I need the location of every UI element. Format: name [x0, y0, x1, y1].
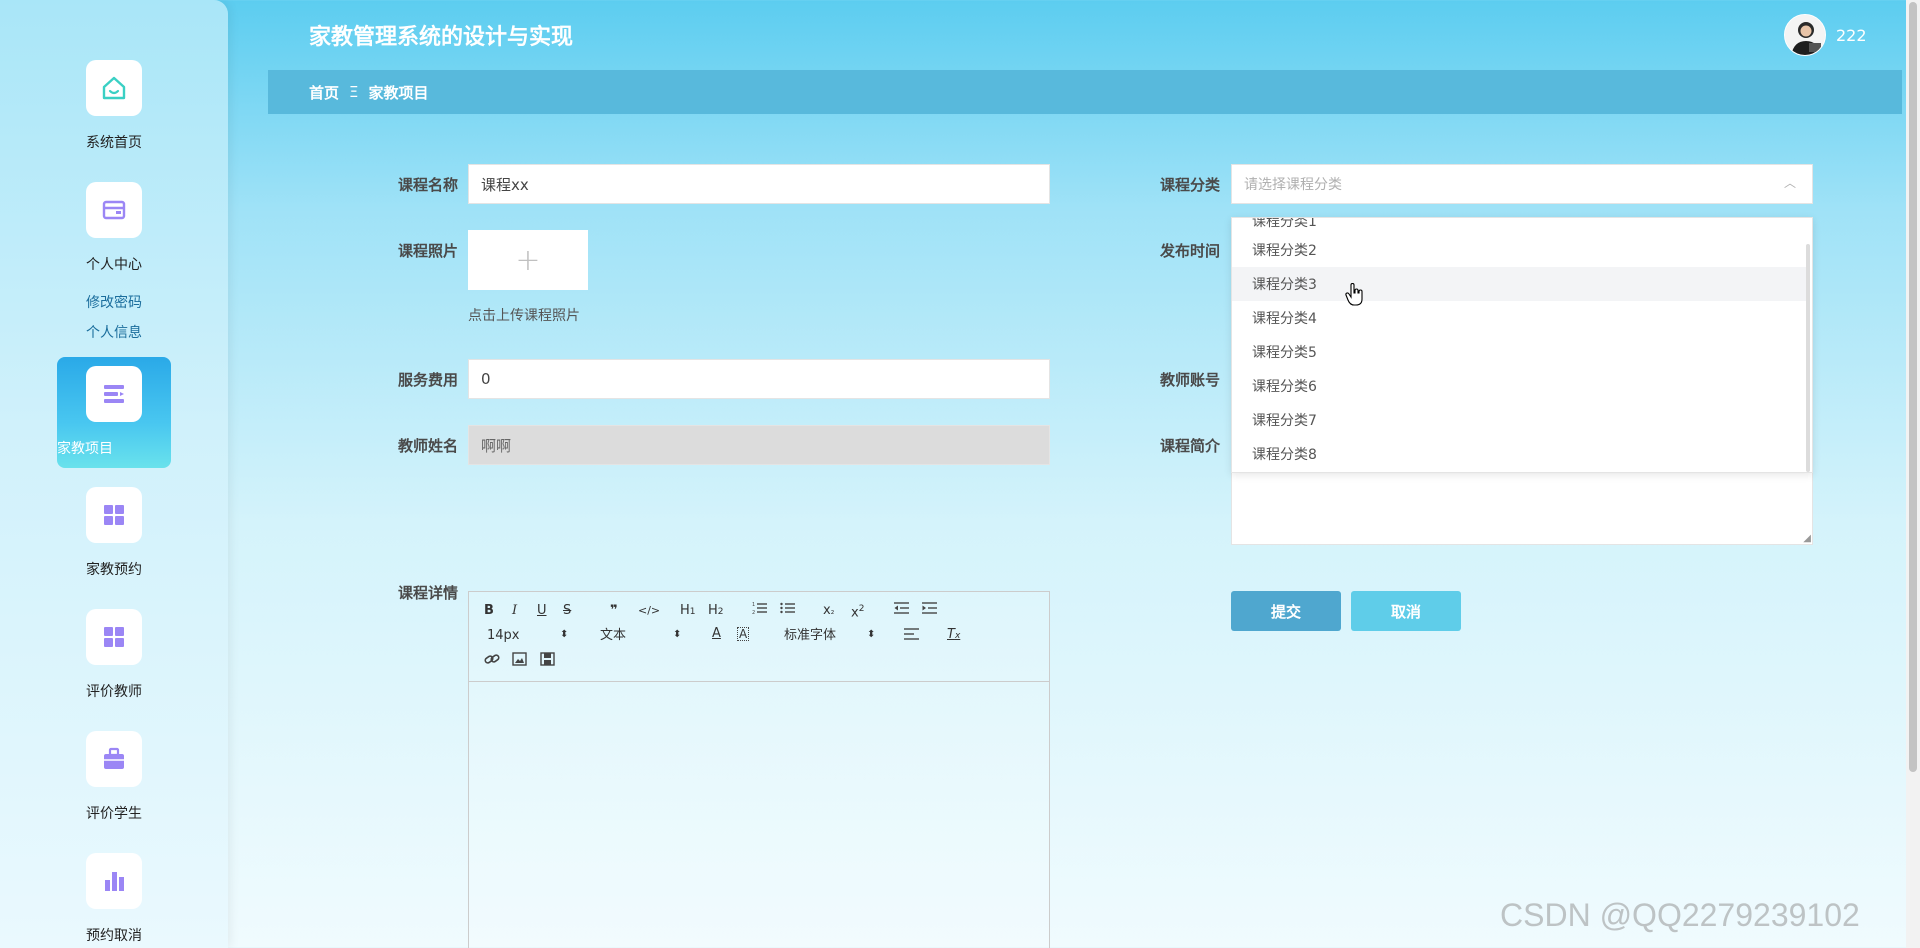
font-color-icon[interactable]: A [712, 626, 721, 642]
dropdown-option[interactable]: 课程分类7 [1232, 403, 1807, 437]
course-intro-label: 课程简介 [1159, 437, 1220, 455]
dropdown-option[interactable]: 课程分类4 [1232, 301, 1807, 335]
teacher-name-label: 教师姓名 [397, 437, 458, 455]
upload-hint: 点击上传课程照片 [468, 308, 580, 324]
dropdown-option[interactable]: 课程分类2 [1232, 233, 1807, 267]
sidebar-item-label: 评价学生 [86, 806, 142, 822]
service-fee-input[interactable]: 0 [468, 359, 1050, 399]
link-icon[interactable] [484, 652, 500, 671]
course-name-label: 课程名称 [397, 176, 458, 194]
grid-icon [86, 609, 142, 665]
underline-icon[interactable]: U [537, 603, 547, 619]
heading2-icon[interactable]: H2 [708, 603, 724, 620]
sidebar-item-rate-teacher[interactable]: 评价教师 [57, 609, 171, 701]
list-icon [86, 366, 142, 422]
page-scrollbar[interactable] [1906, 0, 1920, 948]
dropdown-option[interactable]: 课程分类8 [1232, 437, 1807, 471]
course-detail-label: 课程详情 [397, 584, 458, 602]
watermark: CSDN @QQ2279239102 [1500, 897, 1860, 933]
ordered-list-icon[interactable]: 12 [752, 601, 767, 620]
dropdown-option[interactable]: 课程分类5 [1232, 335, 1807, 369]
wallet-icon [86, 182, 142, 238]
bold-icon[interactable]: B [484, 603, 494, 619]
bullet-list-icon[interactable] [780, 601, 795, 620]
publish-time-label: 发布时间 [1159, 242, 1220, 260]
outdent-icon[interactable] [894, 601, 909, 620]
submit-button[interactable]: 提交 [1231, 591, 1341, 631]
sidebar: 系统首页 个人中心 修改密码 个人信息 家教项目 家教预约 评价教师 评价学生 … [0, 0, 228, 948]
page-scrollbar-thumb[interactable] [1909, 2, 1917, 772]
blockquote-icon[interactable]: ❞ [610, 603, 618, 619]
breadcrumb-home[interactable]: 首页 [309, 82, 339, 103]
svg-text:2: 2 [752, 610, 755, 615]
course-name-input[interactable]: 课程xx [468, 164, 1050, 204]
code-block-icon[interactable]: </> [638, 603, 660, 619]
breadcrumb-current: 家教项目 [368, 83, 429, 102]
chevron-updown-icon: ⬍ [560, 629, 569, 640]
bar-chart-icon [86, 853, 142, 909]
indent-icon[interactable] [922, 601, 937, 620]
teacher-account-label: 教师账号 [1159, 371, 1220, 389]
svg-text:1: 1 [752, 602, 755, 608]
home-icon [86, 60, 142, 116]
user-menu[interactable]: 222 [1784, 14, 1867, 56]
sidebar-item-personal-center[interactable]: 个人中心 [57, 182, 171, 274]
sidebar-item-tutoring-booking[interactable]: 家教预约 [57, 487, 171, 579]
dropdown-option[interactable]: 课程分类1 [1232, 218, 1807, 233]
avatar[interactable] [1784, 14, 1826, 56]
sidebar-sublink-personal-info[interactable]: 个人信息 [57, 322, 171, 342]
service-fee-label: 服务费用 [397, 371, 458, 389]
dropdown-option[interactable]: 课程分类6 [1232, 369, 1807, 403]
plus-icon: + [515, 242, 541, 278]
chevron-updown-icon: ⬍ [867, 629, 876, 640]
font-family-select[interactable]: 标准字体 [784, 628, 836, 644]
sidebar-item-cancel-booking[interactable]: 预约取消 [57, 853, 171, 945]
text-style-select[interactable]: 文本 [600, 628, 626, 644]
superscript-icon[interactable]: x2 [851, 601, 864, 621]
sidebar-sublink-change-password[interactable]: 修改密码 [57, 292, 171, 312]
resize-handle-icon[interactable]: ◢ [1803, 534, 1811, 544]
grid-icon [86, 487, 142, 543]
subscript-icon[interactable]: x₂ [823, 603, 834, 620]
background-color-icon[interactable]: A [737, 627, 750, 641]
app-title: 家教管理系统的设计与实现 [309, 25, 574, 50]
sidebar-item-label: 个人中心 [86, 257, 142, 273]
course-photo-label: 课程照片 [397, 242, 458, 260]
briefcase-icon [86, 731, 142, 787]
course-category-label: 课程分类 [1159, 176, 1220, 194]
italic-icon[interactable]: I [512, 603, 517, 619]
sidebar-item-label: 家教项目 [57, 441, 113, 457]
align-icon[interactable] [904, 627, 919, 646]
cancel-button[interactable]: 取消 [1351, 591, 1461, 631]
clear-format-icon[interactable]: Tx [947, 627, 960, 644]
chevron-up-icon: ︿ [1783, 176, 1796, 190]
dropdown-option[interactable]: 课程分类3 [1232, 267, 1807, 301]
editor-toolbar: B I U S ❞ </> H1 H2 12 x₂ x2 14px ⬍ 文本 ⬍… [469, 592, 1049, 682]
sidebar-item-label: 家教预约 [86, 562, 142, 578]
breadcrumb: 首页 Ξ 家教项目 [268, 70, 1902, 114]
heading1-icon[interactable]: H1 [680, 603, 696, 620]
sidebar-item-rate-student[interactable]: 评价学生 [57, 731, 171, 823]
chevron-updown-icon: ⬍ [673, 629, 682, 640]
upload-photo-button[interactable]: + [468, 230, 588, 290]
sidebar-item-home[interactable]: 系统首页 [57, 60, 171, 152]
font-size-select[interactable]: 14px [487, 628, 520, 644]
course-detail-editor[interactable]: B I U S ❞ </> H1 H2 12 x₂ x2 14px ⬍ 文本 ⬍… [468, 591, 1050, 948]
sidebar-item-label: 系统首页 [86, 135, 142, 151]
strikethrough-icon[interactable]: S [563, 603, 571, 619]
image-icon[interactable] [512, 652, 527, 671]
sidebar-item-tutoring-projects[interactable]: 家教项目 [57, 357, 171, 468]
hand-cursor-icon [1345, 282, 1365, 311]
sidebar-item-label: 评价教师 [86, 684, 142, 700]
video-icon[interactable] [540, 652, 555, 671]
category-dropdown: 课程分类1 课程分类2 课程分类3 课程分类4 课程分类5 课程分类6 课程分类… [1231, 217, 1813, 473]
sidebar-item-label: 预约取消 [86, 928, 142, 944]
course-category-select[interactable]: 请选择课程分类 ︿ [1231, 164, 1813, 204]
teacher-name-input: 啊啊 [468, 425, 1050, 465]
username: 222 [1836, 25, 1867, 45]
category-placeholder: 请选择课程分类 [1244, 177, 1342, 193]
breadcrumb-separator-icon: Ξ [349, 83, 359, 101]
dropdown-scrollbar[interactable] [1806, 244, 1810, 472]
